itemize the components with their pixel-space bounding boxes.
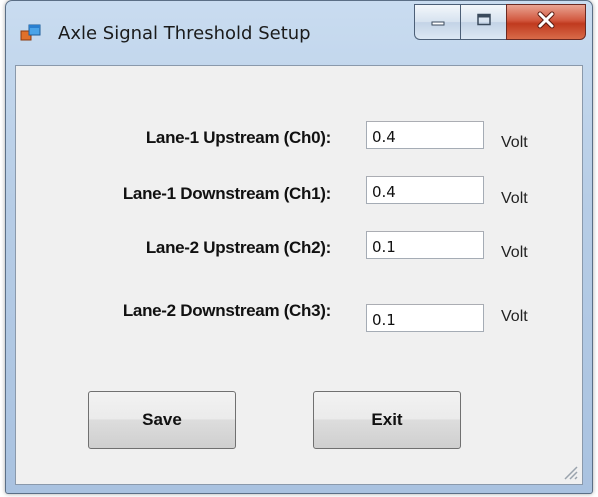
- lane1-upstream-input[interactable]: [366, 121, 484, 149]
- lane1-upstream-unit: Volt: [501, 134, 528, 151]
- exit-button[interactable]: Exit: [313, 391, 461, 449]
- lane2-downstream-unit: Volt: [501, 308, 528, 325]
- app-window: Axle Signal Threshold Setup Lane-1 Upstr…: [5, 0, 593, 494]
- maximize-icon: [476, 13, 492, 32]
- resize-grip-icon[interactable]: [559, 461, 579, 481]
- lane2-upstream-unit: Volt: [501, 244, 528, 261]
- lane1-downstream-input[interactable]: [366, 176, 484, 204]
- close-button[interactable]: [506, 4, 586, 40]
- save-button[interactable]: Save: [88, 391, 236, 449]
- maximize-button[interactable]: [460, 4, 506, 40]
- lane2-upstream-label: Lane-2 Upstream (Ch2):: [145, 238, 331, 257]
- lane2-downstream-input[interactable]: [366, 304, 484, 332]
- window-title: Axle Signal Threshold Setup: [58, 23, 311, 44]
- caption-buttons: [414, 4, 586, 42]
- lane2-upstream-input[interactable]: [366, 231, 484, 259]
- lane1-downstream-unit: Volt: [501, 190, 528, 207]
- minimize-button[interactable]: [414, 4, 460, 40]
- form-body: Lane-1 Upstream (Ch0): Volt Lane-1 Downs…: [15, 65, 583, 485]
- title-bar[interactable]: Axle Signal Threshold Setup: [6, 1, 592, 65]
- lane1-upstream-label: Lane-1 Upstream (Ch0):: [145, 128, 331, 147]
- lane1-downstream-label: Lane-1 Downstream (Ch1):: [122, 184, 331, 203]
- minimize-icon: [430, 13, 446, 31]
- window-app-icon[interactable]: [20, 23, 42, 43]
- close-icon: [536, 11, 556, 34]
- lane2-downstream-label: Lane-2 Downstream (Ch3):: [122, 301, 331, 320]
